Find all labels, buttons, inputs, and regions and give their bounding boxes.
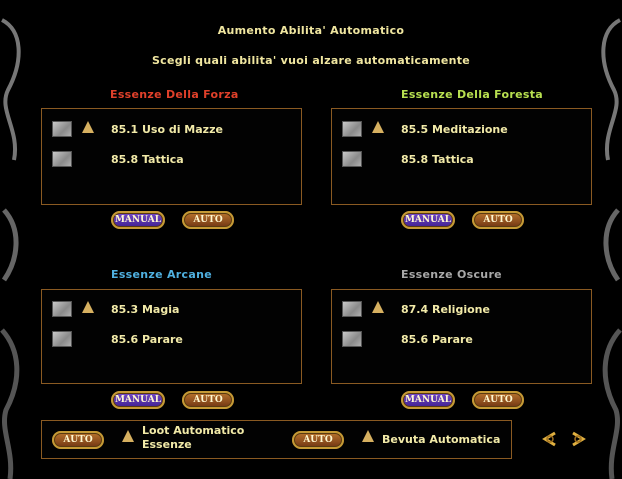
skill-label: 85.6 Parare <box>111 333 183 346</box>
section-title-forza: Essenze Della Forza <box>110 88 239 101</box>
checkbox-icon[interactable] <box>52 301 72 317</box>
raise-arrow-icon[interactable] <box>122 430 134 442</box>
manual-button-arcane[interactable]: MANUAL <box>111 391 165 409</box>
skill-label: 85.1 Uso di Mazze <box>111 123 223 136</box>
skills-panel-oscure: 87.4 Religione 85.6 Parare <box>331 289 592 384</box>
raise-arrow-icon[interactable] <box>372 301 384 313</box>
skill-label: 85.6 Parare <box>401 333 473 346</box>
checkbox-icon[interactable] <box>342 151 362 167</box>
raise-arrow-icon[interactable] <box>372 121 384 133</box>
window-title: Aumento Abilita' Automatico <box>217 24 405 37</box>
skills-panel-foresta: 85.5 Meditazione 85.8 Tattica <box>331 108 592 205</box>
footer-panel: AUTO Loot Automatico Essenze AUTO Bevuta… <box>41 420 512 459</box>
checkbox-icon[interactable] <box>52 151 72 167</box>
checkbox-icon[interactable] <box>342 121 362 137</box>
section-title-oscure: Essenze Oscure <box>401 268 502 281</box>
loot-auto-button[interactable]: AUTO <box>52 431 104 449</box>
auto-button-forza[interactable]: AUTO <box>182 211 234 229</box>
raise-arrow-icon[interactable] <box>82 301 94 313</box>
raise-arrow-icon[interactable] <box>362 430 374 442</box>
checkbox-icon[interactable] <box>342 301 362 317</box>
next-triquetra-arrow-icon[interactable] <box>569 430 587 448</box>
prev-triquetra-arrow-icon[interactable] <box>541 430 559 448</box>
drink-auto-button[interactable]: AUTO <box>292 431 344 449</box>
checkbox-icon[interactable] <box>342 331 362 347</box>
checkbox-icon[interactable] <box>52 121 72 137</box>
auto-button-arcane[interactable]: AUTO <box>182 391 234 409</box>
section-title-foresta: Essenze Della Foresta <box>401 88 544 101</box>
checkbox-icon[interactable] <box>52 331 72 347</box>
skill-label: 85.8 Tattica <box>401 153 474 166</box>
auto-button-foresta[interactable]: AUTO <box>472 211 524 229</box>
right-dragon-ornament <box>601 18 622 479</box>
skill-label: 85.5 Meditazione <box>401 123 508 136</box>
skills-panel-forza: 85.1 Uso di Mazze 85.8 Tattica <box>41 108 302 205</box>
window-subtitle: Scegli quali abilita' vuoi alzare automa… <box>151 54 471 67</box>
loot-label-sub: Essenze <box>142 438 192 451</box>
skill-label: 87.4 Religione <box>401 303 490 316</box>
skill-label: 85.3 Magia <box>111 303 180 316</box>
skills-panel-arcane: 85.3 Magia 85.6 Parare <box>41 289 302 384</box>
raise-arrow-icon[interactable] <box>82 121 94 133</box>
loot-label: Loot Automatico <box>142 424 245 437</box>
manual-button-foresta[interactable]: MANUAL <box>401 211 455 229</box>
section-title-arcane: Essenze Arcane <box>111 268 212 281</box>
manual-button-oscure[interactable]: MANUAL <box>401 391 455 409</box>
manual-button-forza[interactable]: MANUAL <box>111 211 165 229</box>
auto-button-oscure[interactable]: AUTO <box>472 391 524 409</box>
drink-label: Bevuta Automatica <box>382 433 501 446</box>
left-dragon-ornament <box>0 18 21 479</box>
skill-label: 85.8 Tattica <box>111 153 184 166</box>
